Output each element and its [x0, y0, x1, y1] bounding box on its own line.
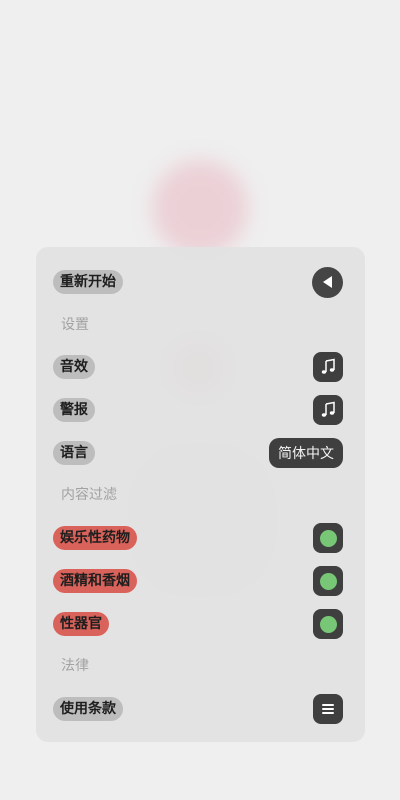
- toggle-on-indicator: [319, 615, 337, 633]
- filter-toggle-recreational-drugs[interactable]: [313, 523, 343, 553]
- filter-label-genitals: 性器官: [53, 612, 109, 636]
- section-title-settings: 设置: [61, 317, 89, 333]
- terms-open-button[interactable]: [313, 694, 343, 724]
- blurred-shape: [152, 160, 248, 256]
- terms-label: 使用条款: [53, 697, 123, 721]
- filter-row-alcohol-tobacco[interactable]: 酒精和香烟: [53, 566, 343, 596]
- restart-button[interactable]: [312, 266, 343, 298]
- alert-row[interactable]: 警报: [53, 395, 343, 425]
- toggle-on-indicator: [319, 572, 337, 590]
- sound-label: 音效: [53, 355, 95, 379]
- sound-toggle-button[interactable]: [313, 352, 343, 382]
- toggle-on-indicator: [319, 529, 337, 547]
- alert-label: 警报: [53, 398, 95, 422]
- restart-label: 重新开始: [53, 270, 123, 294]
- document-lines-icon: [322, 704, 334, 714]
- filter-label-recreational-drugs: 娱乐性药物: [53, 526, 137, 550]
- restart-row[interactable]: 重新开始: [53, 266, 343, 298]
- filter-row-genitals[interactable]: 性器官: [53, 609, 343, 639]
- language-select-button[interactable]: 简体中文: [269, 438, 343, 468]
- section-title-legal: 法律: [61, 658, 89, 674]
- language-row[interactable]: 语言 简体中文: [53, 438, 343, 468]
- language-label: 语言: [53, 441, 95, 465]
- music-note-icon: [321, 358, 335, 374]
- terms-row[interactable]: 使用条款: [53, 694, 343, 724]
- section-title-content-filter: 内容过滤: [61, 487, 117, 503]
- filter-label-alcohol-tobacco: 酒精和香烟: [53, 569, 137, 593]
- alert-toggle-button[interactable]: [313, 395, 343, 425]
- filter-toggle-genitals[interactable]: [313, 609, 343, 639]
- filter-toggle-alcohol-tobacco[interactable]: [313, 566, 343, 596]
- play-back-icon: [322, 276, 332, 288]
- music-note-icon: [321, 401, 335, 417]
- filter-row-recreational-drugs[interactable]: 娱乐性药物: [53, 523, 343, 553]
- settings-menu-panel: 重新开始 设置 音效 警报 语言 简体中文 内容过滤 娱乐性药物 酒精和香烟 性…: [36, 247, 365, 742]
- sound-row[interactable]: 音效: [53, 352, 343, 382]
